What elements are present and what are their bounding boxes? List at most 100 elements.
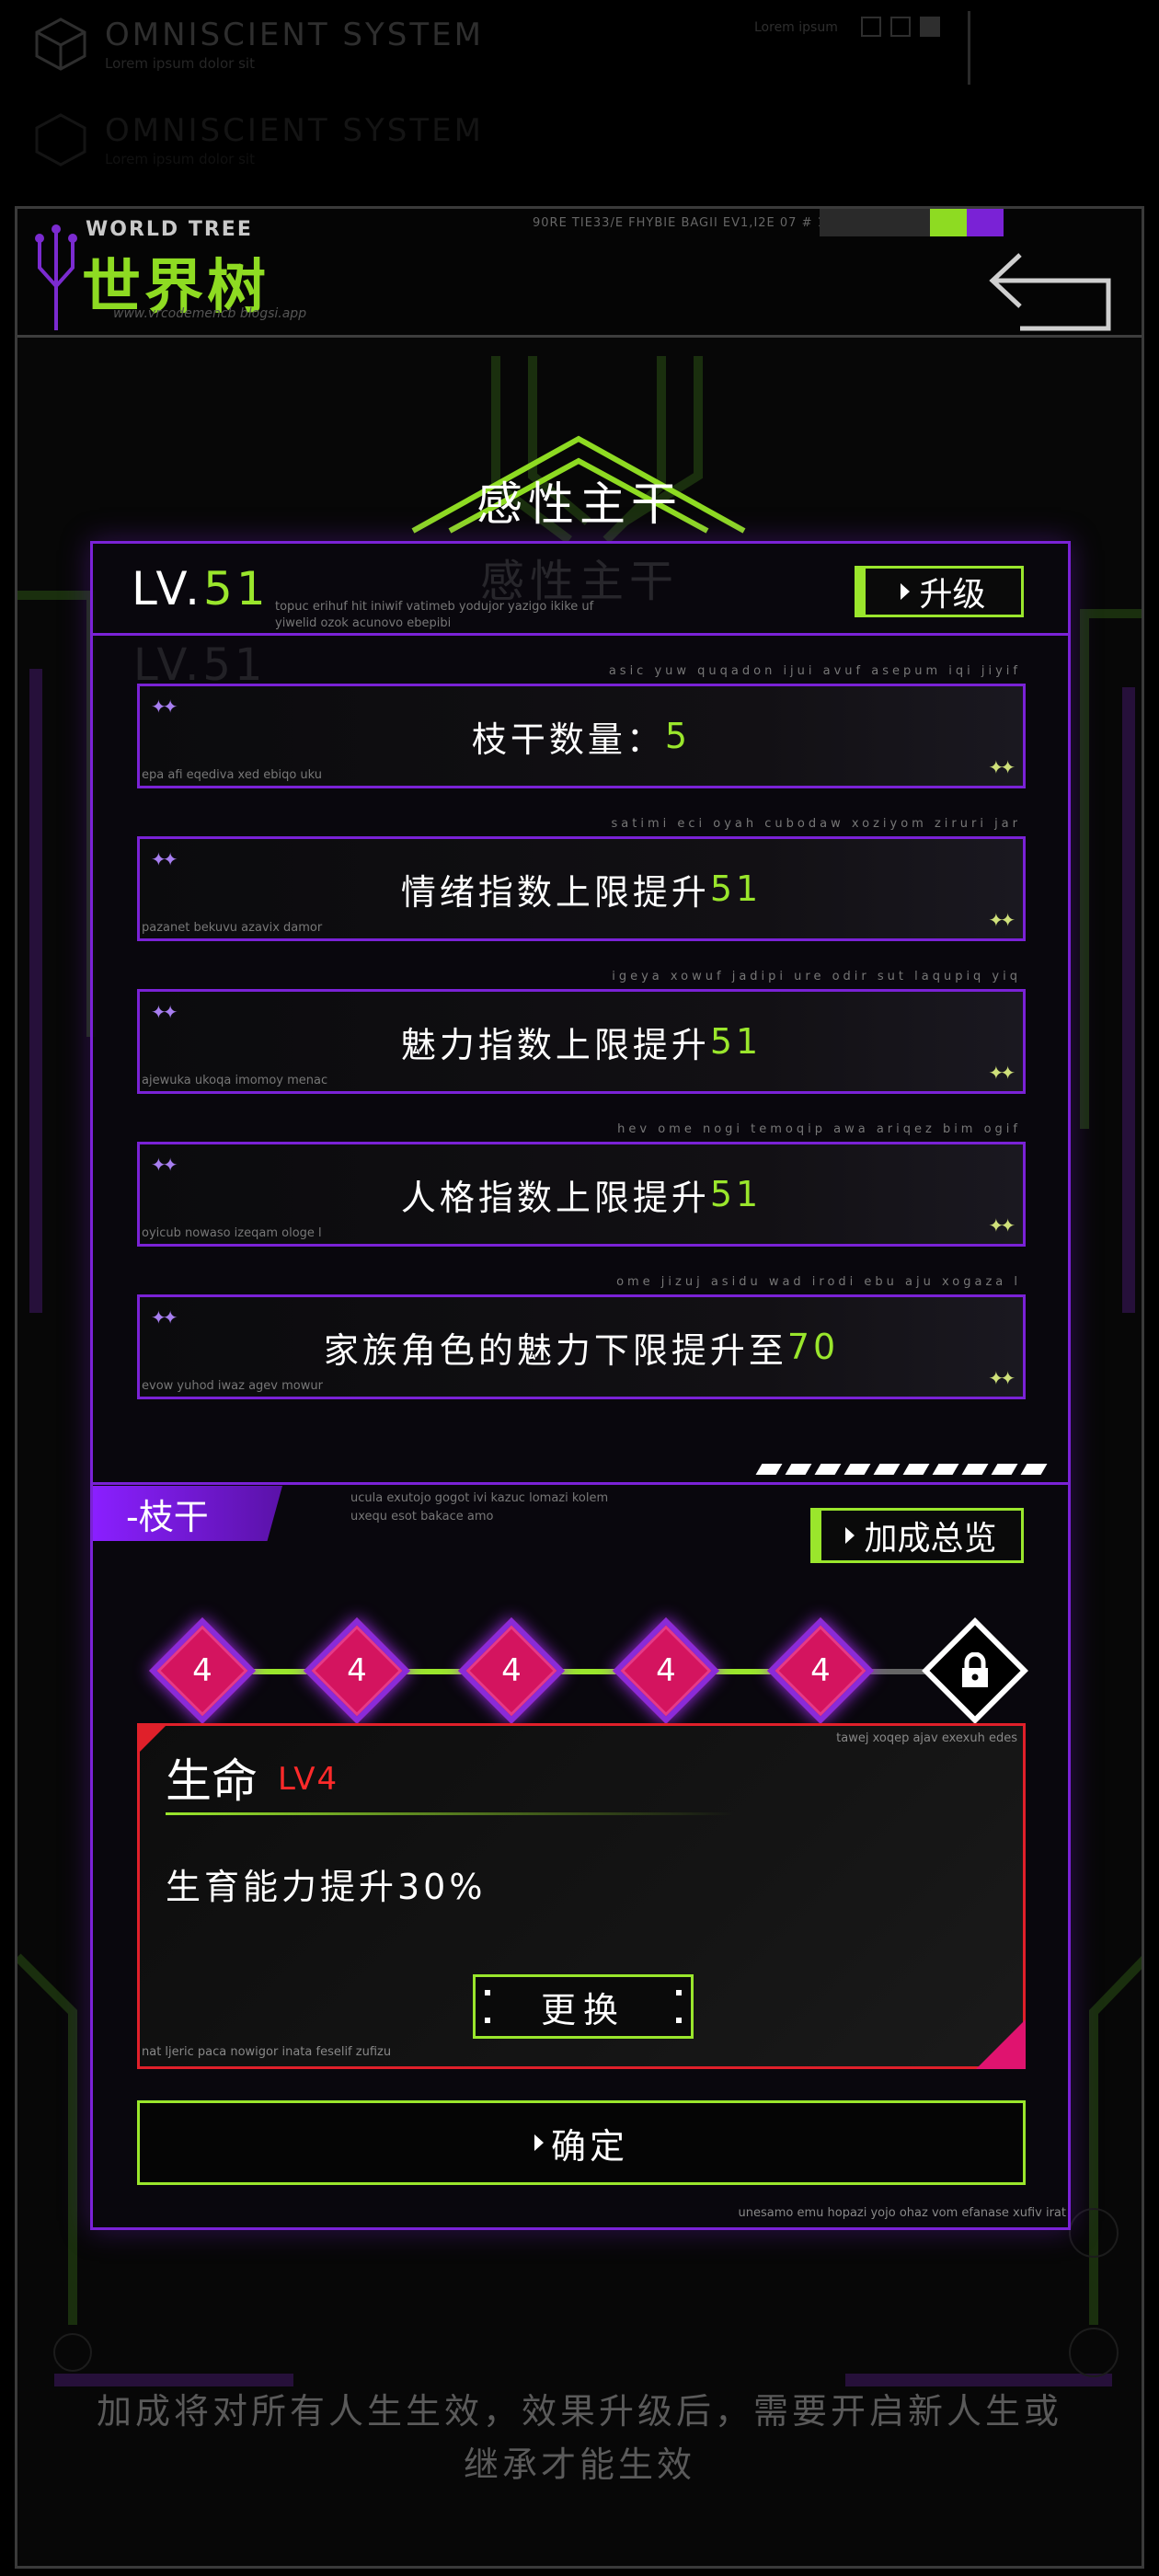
sparkle-icon: ✦✦: [151, 1001, 178, 1023]
skill-level: LV4: [278, 1761, 339, 1798]
corner-decor: [976, 2019, 1026, 2069]
panel-footer-tiny: unesamo emu hopazi yojo ohaz vom efanase…: [738, 2206, 1067, 2220]
stat-label: 人格指数上限提升: [400, 1177, 710, 1218]
system-logo-ghost-icon: [35, 113, 86, 167]
stat-card: satimi eci oyah cubodaw xoziyom ziruri j…: [137, 817, 1026, 941]
system-name-ghost: OMNISCIENT SYSTEM: [105, 112, 484, 149]
sparkle-icon: ✦✦: [151, 1306, 178, 1328]
stat-tiny-top: ome jizuj asidu wad irodi ebu aju xogaza…: [616, 1275, 1021, 1289]
stat-tiny-top: igeya xowuf jadipi ure odir sut laqupiq …: [612, 970, 1021, 983]
stat-tiny-bottom: evow yuhod iwaz agev mowur: [142, 1379, 323, 1393]
footer-note: 加成将对所有人生生效，效果升级后，需要开启新人生或继承才能生效: [96, 2391, 1062, 2485]
node-value: 4: [501, 1652, 522, 1689]
button-dot: [676, 2018, 682, 2023]
system-header: OMNISCIENT SYSTEM Lorem ipsum dolor sit: [33, 17, 484, 72]
stat-tiny-bottom: pazanet bekuvu azavix damor: [142, 921, 323, 935]
lock-icon: [921, 1616, 1029, 1725]
play-triangle-icon: [845, 1527, 855, 1544]
sparkle-icon: ✦✦: [988, 756, 1015, 778]
skill-tiny-top: tawej xoqep ajav exexuh edes: [836, 1731, 1017, 1745]
button-dot: [485, 1990, 490, 1995]
branch-tab-label: -枝干: [126, 1496, 209, 1537]
divider: [166, 1812, 736, 1815]
top-right-decor: Lorem ipsum: [754, 11, 1141, 186]
world-tree-url: www.vrcodemencb blogsi.app: [113, 306, 307, 321]
corner-decor: [137, 1723, 168, 1754]
filled-square-icon: [920, 17, 940, 37]
node-value: 4: [656, 1652, 676, 1689]
cross-square-icon: [890, 17, 911, 37]
page-title: 感性主干: [476, 477, 683, 531]
branch-node[interactable]: 4: [457, 1616, 566, 1725]
system-name: OMNISCIENT SYSTEM: [105, 17, 484, 53]
branch-node[interactable]: 4: [766, 1616, 875, 1725]
button-dot: [485, 2018, 490, 2023]
stat-value: 51: [709, 868, 763, 909]
node-value: 4: [347, 1652, 367, 1689]
stat-tiny-top: asic yuw quqadon ijui avuf asepum iqi ji…: [608, 664, 1021, 678]
node-value: 4: [810, 1652, 831, 1689]
stat-value: 51: [709, 1021, 763, 1062]
bonus-overview-button[interactable]: 加成总览: [810, 1508, 1024, 1563]
stat-value: 70: [786, 1327, 840, 1367]
sparkle-icon: ✦✦: [151, 696, 178, 718]
stat-card: ome jizuj asidu wad irodi ebu aju xogaza…: [137, 1275, 1026, 1399]
stat-card: asic yuw quqadon ijui avuf asepum iqi ji…: [137, 664, 1026, 788]
square-icon: [861, 17, 881, 37]
sparkle-icon: ✦✦: [151, 1154, 178, 1176]
system-subtitle: Lorem ipsum dolor sit: [105, 55, 255, 72]
header-accent-strip: [820, 209, 1004, 236]
stat-card: hev ome nogi temoqip awa ariqez bim ogif…: [137, 1122, 1026, 1247]
system-subtitle-ghost: Lorem ipsum dolor sit: [105, 151, 255, 167]
branch-subtext: ucula exutojo gogot ivi kazuc lomazi kol…: [350, 1489, 608, 1526]
skill-tiny-bottom: nat ljeric paca nowigor inata feselif zu…: [142, 2045, 392, 2059]
system-logo-icon: [35, 17, 86, 71]
back-arrow-icon[interactable]: [983, 247, 1114, 332]
stat-tiny-bottom: epa afi eqediva xed ebiqo uku: [142, 768, 323, 782]
branch-node[interactable]: 4: [303, 1616, 411, 1725]
branch-node[interactable]: 4: [612, 1616, 720, 1725]
stat-value: 51: [709, 1174, 763, 1214]
world-tree-label: WORLD TREE: [86, 218, 253, 241]
node-value: 4: [192, 1652, 212, 1689]
stat-tiny-top: hev ome nogi temoqip awa ariqez bim ogif: [617, 1122, 1021, 1136]
stat-value: 5: [664, 716, 692, 756]
confirm-button[interactable]: 确定: [137, 2100, 1026, 2185]
stat-tiny-bottom: ajewuka ukoqa imomoy menac: [142, 1074, 328, 1087]
button-dot: [676, 1990, 682, 1995]
branch-node-locked[interactable]: [921, 1616, 1029, 1725]
world-tree-header: WORLD TREE 世界树 www.vrcodemencb blogsi.ap…: [17, 209, 1142, 338]
trunk-panel: LV.51 topuc erihuf hit iniwif vatimeb yo…: [90, 541, 1071, 2230]
branch-node[interactable]: 4: [148, 1616, 257, 1725]
page-title-ghost: 感性主干: [479, 556, 679, 607]
play-triangle-icon: [534, 2134, 544, 2151]
hazard-stripes: [755, 1464, 1048, 1475]
branch-tab: -枝干: [93, 1486, 282, 1541]
skill-description: 生育能力提升30%: [166, 1867, 487, 1907]
sparkle-icon: ✦✦: [988, 1367, 1015, 1389]
sparkle-icon: ✦✦: [988, 1062, 1015, 1084]
sparkle-icon: ✦✦: [988, 909, 1015, 931]
branch-subtext-line: ucula exutojo gogot ivi kazuc lomazi kol…: [350, 1491, 609, 1505]
skill-name: 生命: [166, 1754, 258, 1808]
world-tree-strip-text: 90RE TIE33/E FHYBIE BAGII EV1,I2E 07 # 1…: [533, 216, 835, 230]
change-label: 更换: [540, 1989, 625, 2030]
sparkle-icon: ✦✦: [988, 1214, 1015, 1236]
divider: [968, 11, 970, 85]
confirm-label: 确定: [550, 2125, 628, 2167]
sparkle-icon: ✦✦: [151, 848, 178, 870]
skill-detail-card: tawej xoqep ajav exexuh edes 生命 LV4 生育能力…: [137, 1723, 1026, 2069]
tree-icon: [35, 224, 77, 330]
stat-tiny-bottom: oyicub nowaso izeqam ologe l: [142, 1226, 322, 1240]
stat-label: 枝干数量：: [471, 719, 665, 760]
stat-label: 魅力指数上限提升: [400, 1024, 710, 1065]
divider: [93, 1482, 1068, 1485]
system-header-ghost: OMNISCIENT SYSTEM Lorem ipsum dolor sit: [33, 112, 484, 167]
stat-tiny-top: satimi eci oyah cubodaw xoziyom ziruri j…: [611, 817, 1021, 831]
change-button[interactable]: 更换: [473, 1974, 694, 2039]
stat-label: 家族角色的魅力下限提升至: [323, 1329, 787, 1371]
stat-label: 情绪指数上限提升: [400, 871, 710, 913]
branch-subtext-line: uxequ esot bakace amo: [350, 1510, 494, 1524]
top-right-lorem: Lorem ipsum: [754, 20, 838, 35]
bonus-overview-label: 加成总览: [864, 1520, 997, 1558]
